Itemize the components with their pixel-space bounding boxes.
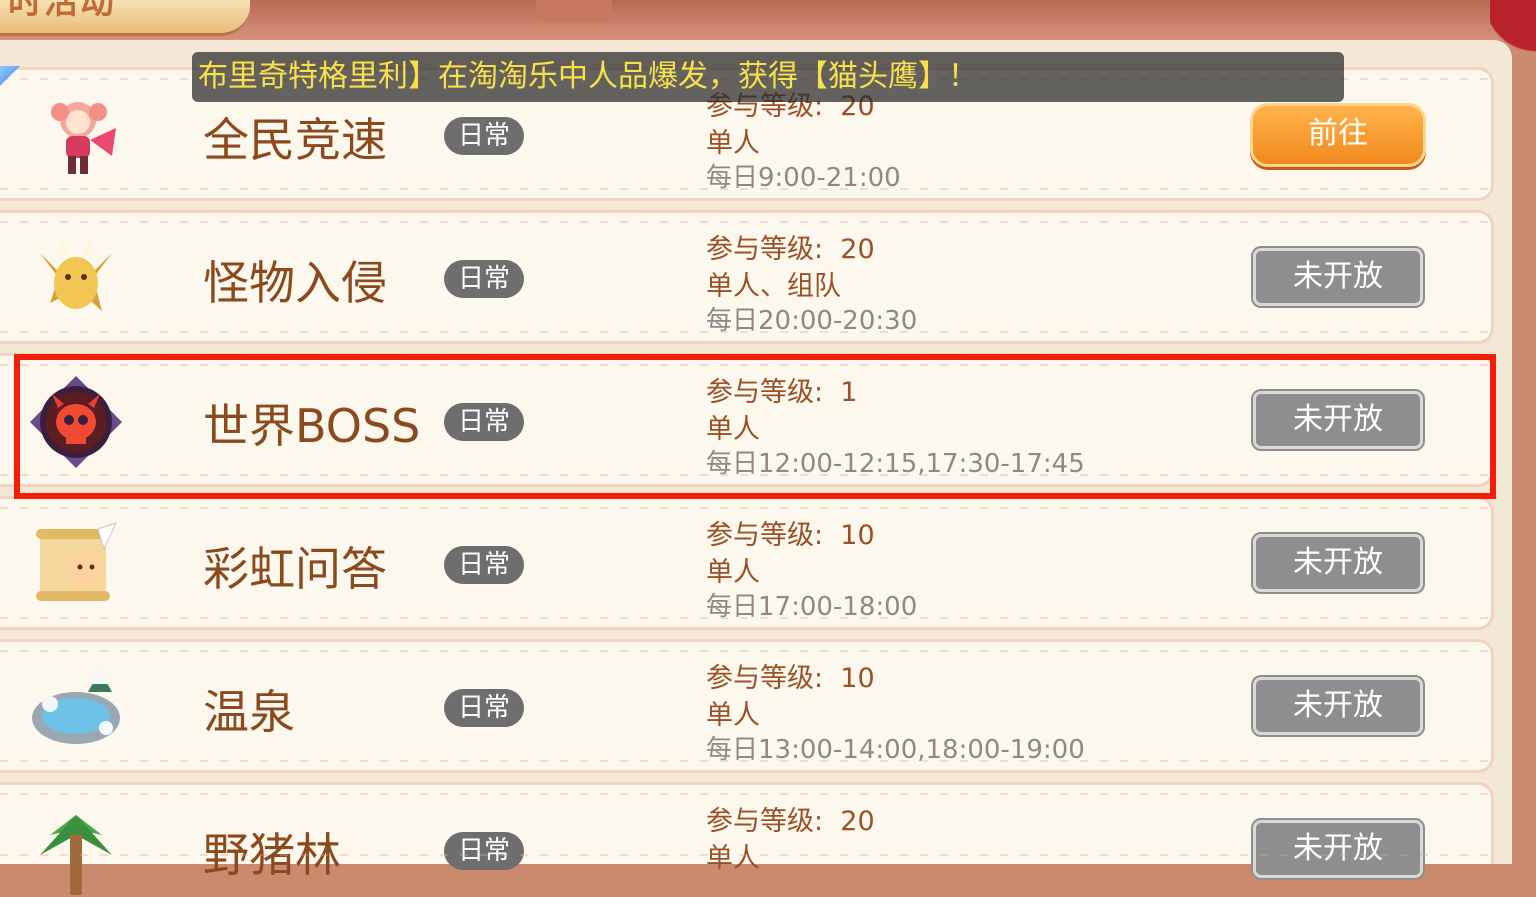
schedule-time: 每日17:00-18:00 <box>706 592 918 622</box>
schedule-time: 每日12:00-12:15,17:30-17:45 <box>706 449 1085 479</box>
level-value: 1 <box>840 377 858 408</box>
level-label: 参与等级: <box>706 234 824 265</box>
daily-badge: 日常 <box>444 832 524 870</box>
level-value: 20 <box>840 806 875 837</box>
hot-spring-icon <box>32 666 120 744</box>
marquee-text: 布里奇特格里利】在淘淘乐中人品爆发，获得【猫头鹰】！ <box>198 59 978 94</box>
level-requirement: 参与等级: 10 <box>706 656 875 695</box>
schedule-time: 每日9:00-21:00 <box>706 163 901 193</box>
not-open-button[interactable]: 未开放 <box>1251 818 1425 880</box>
schedule-time: 每日13:00-14:00,18:00-19:00 <box>706 735 1085 765</box>
scroll-quill-icon <box>36 522 117 601</box>
level-label: 参与等级: <box>706 806 824 837</box>
daily-badge: 日常 <box>444 260 524 298</box>
not-open-button[interactable]: 未开放 <box>1251 389 1425 451</box>
participation-mode: 单人 <box>706 128 760 159</box>
not-open-button[interactable]: 未开放 <box>1251 675 1425 737</box>
dragon-icon <box>40 241 112 311</box>
broadcast-marquee: 布里奇特格里利】在淘淘乐中人品爆发，获得【猫头鹰】！ <box>192 52 1344 102</box>
participation-mode: 单人 <box>706 557 760 588</box>
activity-title: 世界BOSS <box>203 399 421 453</box>
demon-skull-icon <box>30 376 122 468</box>
top-tab-decoration <box>536 0 612 22</box>
activity-title: 温泉 <box>203 685 295 739</box>
participation-mode: 单人 <box>706 414 760 445</box>
activity-row: 世界BOSS 日常 参与等级: 1 单人 每日12:00-12:15,17:30… <box>0 353 1494 487</box>
level-label: 参与等级: <box>706 377 824 408</box>
level-requirement: 参与等级: 20 <box>706 227 875 266</box>
not-open-button[interactable]: 未开放 <box>1251 532 1425 594</box>
level-requirement: 参与等级: 10 <box>706 513 875 552</box>
activity-row: 怪物入侵 日常 参与等级: 20 单人、组队 每日20:00-20:30 未开放 <box>0 210 1494 344</box>
activity-title: 彩虹问答 <box>203 542 387 596</box>
daily-badge: 日常 <box>444 689 524 727</box>
schedule-time: 每日20:00-20:30 <box>706 306 918 336</box>
go-button[interactable]: 前往 <box>1250 103 1426 167</box>
section-banner-text: 时活动 <box>8 0 116 22</box>
not-open-button[interactable]: 未开放 <box>1251 246 1425 308</box>
participation-mode: 单人 <box>706 700 760 731</box>
racer-girl-icon <box>51 102 116 174</box>
level-value: 20 <box>840 234 875 265</box>
level-label: 参与等级: <box>706 663 824 694</box>
level-label: 参与等级: <box>706 520 824 551</box>
activity-title: 全民竞速 <box>203 113 387 167</box>
level-requirement: 参与等级: 1 <box>706 370 857 409</box>
section-banner: 时活动 <box>0 0 250 36</box>
daily-badge: 日常 <box>444 546 524 584</box>
level-value: 10 <box>840 663 875 694</box>
daily-badge: 日常 <box>444 403 524 441</box>
activity-row: 彩虹问答 日常 参与等级: 10 单人 每日17:00-18:00 未开放 <box>0 496 1494 630</box>
participation-mode: 单人、组队 <box>706 271 841 302</box>
activity-row: 野猪林 日常 参与等级: 20 单人 未开放 <box>0 782 1494 895</box>
level-requirement: 参与等级: 20 <box>706 799 875 838</box>
daily-badge: 日常 <box>444 117 524 155</box>
participation-mode: 单人 <box>706 843 760 874</box>
level-value: 10 <box>840 520 875 551</box>
activity-title: 怪物入侵 <box>203 256 387 310</box>
activity-title: 野猪林 <box>203 828 341 882</box>
activity-row: 温泉 日常 参与等级: 10 单人 每日13:00-14:00,18:00-19… <box>0 639 1494 773</box>
palm-tree-icon <box>40 815 112 895</box>
